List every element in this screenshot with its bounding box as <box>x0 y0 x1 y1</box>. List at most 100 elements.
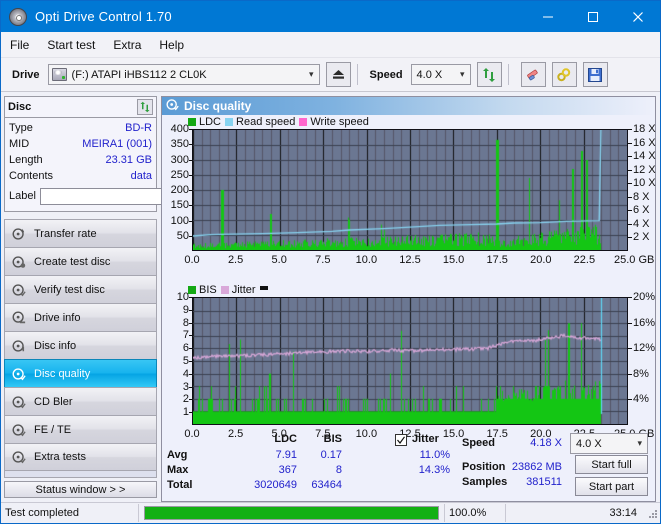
sidebar-item-verify-test-disc[interactable]: Verify test disc <box>4 275 157 303</box>
y-tick-mark <box>189 159 192 161</box>
y2-tick-mark <box>628 196 632 198</box>
disc-row-mid-key: MID <box>9 138 30 150</box>
resize-grip[interactable] <box>647 508 657 518</box>
legend-ldc: LDC <box>188 116 221 128</box>
y2-tick-label: 12% <box>633 342 656 355</box>
y2-tick-mark <box>628 223 632 225</box>
status-window-button[interactable]: Status window > > <box>4 481 157 498</box>
y-tick-mark <box>189 129 192 130</box>
drive-select[interactable]: (F:) ATAPI iHBS112 2 CL0K ▾ <box>47 64 320 85</box>
stats-row-total: Total <box>167 479 193 491</box>
sidebar-item-fe-te[interactable]: FE / TE <box>4 415 157 443</box>
y2-tick-mark <box>628 183 632 185</box>
y2-tick-label: 16% <box>633 316 656 329</box>
save-button[interactable] <box>582 62 608 87</box>
y-tick-label: 9 <box>182 303 189 316</box>
speed-select-value: 4.0 X <box>416 68 443 81</box>
y-tick-label: 150 <box>170 199 189 212</box>
close-icon[interactable] <box>615 1 660 32</box>
y2-tick-mark <box>628 129 632 130</box>
y-tick-label: 350 <box>170 138 189 151</box>
speed-stat-value: 4.18 X <box>530 437 562 449</box>
status-divider-1 <box>138 504 139 522</box>
menu-item-help[interactable]: Help <box>150 35 193 55</box>
x-tick-label: 20.0 <box>530 254 552 266</box>
maximize-icon[interactable] <box>570 1 615 32</box>
y-tick-label: 1 <box>182 406 189 419</box>
disc-panel: Disc Type BD-R MID MEIRA1 (001) Length 2… <box>4 96 242 212</box>
y-tick-label: 50 <box>176 229 189 242</box>
disc-row-contents-key: Contents <box>9 170 54 182</box>
y-tick-mark <box>189 399 192 401</box>
chevron-down-icon: ▾ <box>460 69 465 79</box>
bis-jitter-chart: BIS Jitter 1 2 3 4 5 6 7 8 9 10 4% 8% 12% 16% 20% 0.0… <box>162 283 660 445</box>
disc-quality-icon <box>11 366 27 382</box>
title-bar: Opti Drive Control 1.70 <box>1 1 660 32</box>
jitter-checkbox[interactable] <box>395 434 407 446</box>
sidebar-spacer <box>4 471 157 478</box>
y-tick-mark <box>189 297 192 298</box>
menu-item-start-test[interactable]: Start test <box>38 35 104 55</box>
disc-row-mid-value: MEIRA1 (001) <box>82 138 152 150</box>
main-panel-header: Disc quality <box>162 97 655 115</box>
transfer-rate-icon <box>11 226 27 242</box>
ldc-plot-area <box>192 129 628 251</box>
legend-label: Read speed <box>236 116 296 128</box>
legend-swatch-ldc <box>188 118 196 126</box>
minimize-icon[interactable] <box>525 1 570 32</box>
disc-row-type-value: BD-R <box>125 122 152 134</box>
menu-item-extra[interactable]: Extra <box>104 35 150 55</box>
sidebar-item-create-test-disc[interactable]: Create test disc <box>4 247 157 275</box>
erase-button[interactable] <box>520 62 546 87</box>
start-part-button[interactable]: Start part <box>575 477 648 496</box>
sidebar-item-cd-bler[interactable]: CD Bler <box>4 387 157 415</box>
settings-button[interactable] <box>551 62 577 87</box>
refresh-button[interactable] <box>476 62 502 87</box>
y2-tick-label: 6 X <box>633 204 650 217</box>
y-tick-mark <box>189 348 192 350</box>
y-tick-mark <box>189 322 192 324</box>
disc-info-rows: Type BD-R MID MEIRA1 (001) Length 23.31 … <box>5 118 242 211</box>
sidebar-item-label: Disc quality <box>34 367 91 380</box>
sidebar-item-drive-info[interactable]: Drive info <box>4 303 157 331</box>
menu-item-file[interactable]: File <box>1 35 38 55</box>
sidebar-item-extra-tests[interactable]: Extra tests <box>4 443 157 471</box>
y-tick-label: 4 <box>182 367 189 380</box>
y2-tick-label: 20% <box>633 291 656 303</box>
y-tick-mark <box>189 190 192 191</box>
sidebar-item-disc-info[interactable]: Disc info <box>4 331 157 359</box>
y-tick-mark <box>189 373 192 375</box>
y2-tick-mark <box>628 399 632 401</box>
y-tick-mark <box>189 235 192 237</box>
start-full-button[interactable]: Start full <box>575 455 648 474</box>
y-tick-label: 100 <box>170 214 189 227</box>
x-tick-label: 17.5 <box>486 254 508 266</box>
drive-icon <box>51 68 67 81</box>
position-stat-value: 23862 MB <box>511 461 562 473</box>
eject-button[interactable] <box>325 62 351 87</box>
drive-select-value: (F:) ATAPI iHBS112 2 CL0K <box>71 68 207 81</box>
legend-swatch-jitter <box>220 286 229 294</box>
sidebar-item-disc-quality[interactable]: Disc quality <box>4 359 157 387</box>
y-tick-mark <box>189 220 192 222</box>
x-tick-label: 2.5 <box>227 254 244 266</box>
y2-tick-mark <box>628 373 632 375</box>
y2-tick-label: 18 X <box>633 123 656 135</box>
speed-select[interactable]: 4.0 X ▾ <box>410 64 471 85</box>
bis-chart-legend: BIS Jitter <box>188 284 268 296</box>
legend-label: LDC <box>199 116 222 128</box>
stats-col-ldc: LDC <box>274 433 297 445</box>
app-icon <box>9 7 27 26</box>
sidebar-item-label: Transfer rate <box>34 227 97 240</box>
drive-label: Drive <box>12 68 40 81</box>
result-speed-select[interactable]: 4.0 X ▾ <box>570 433 648 454</box>
verify-test-disc-icon <box>11 282 27 298</box>
disc-refresh-button[interactable] <box>137 99 153 115</box>
disc-info-icon <box>11 338 27 354</box>
speed-stat-label: Speed <box>462 437 496 449</box>
disc-row-length-value: 23.31 GB <box>105 154 152 166</box>
y2-tick-mark <box>628 142 632 144</box>
sidebar-item-transfer-rate[interactable]: Transfer rate <box>4 219 157 247</box>
charts-area: LDC Read speed Write speed 50 100 150 20… <box>162 115 656 440</box>
y-tick-mark <box>189 335 192 337</box>
